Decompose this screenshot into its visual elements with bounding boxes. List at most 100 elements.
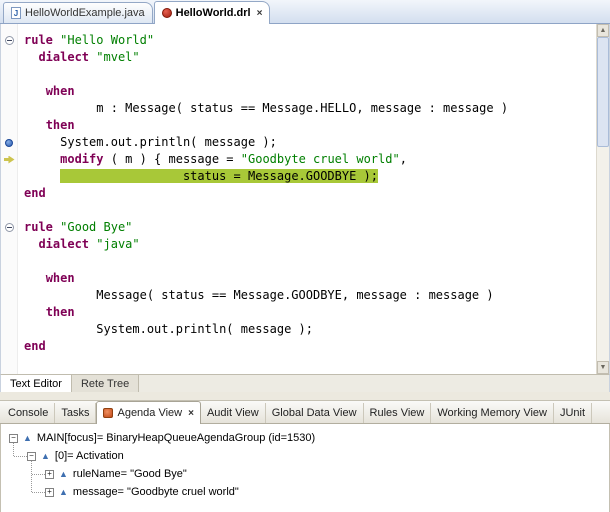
view-tab-junit[interactable]: JUnit xyxy=(554,403,592,423)
code-line: end xyxy=(24,338,596,355)
scrollbar-track[interactable] xyxy=(597,37,609,361)
scrollbar-thumb[interactable] xyxy=(597,37,609,147)
tree-expander-plus-icon[interactable]: + xyxy=(45,470,54,479)
drl-file-icon xyxy=(162,8,172,18)
tree-item-label: [0]= Activation xyxy=(55,450,124,462)
editor-mode-tab-bar: Text EditorRete Tree xyxy=(0,374,610,392)
code-line: Message( status == Message.GOODBYE, mess… xyxy=(24,287,596,304)
mode-tab-text-editor[interactable]: Text Editor xyxy=(1,375,72,392)
code-line: status = Message.GOODBYE ); xyxy=(24,168,596,185)
ide-window: J HelloWorldExample.java HelloWorld.drl × r… xyxy=(0,0,610,512)
editor-scrollbar[interactable]: ▲ ▼ xyxy=(596,24,609,374)
view-tab-label: Rules View xyxy=(370,407,425,419)
tree-connector-line xyxy=(32,492,45,493)
mode-tab-rete-tree[interactable]: Rete Tree xyxy=(72,375,139,392)
view-tab-label: Working Memory View xyxy=(437,407,547,419)
close-icon[interactable]: × xyxy=(188,408,194,419)
gutter-line xyxy=(1,287,17,304)
code-line: then xyxy=(24,304,596,321)
tree-item-label: ruleName= "Good Bye" xyxy=(73,468,187,480)
gutter-line xyxy=(1,219,17,236)
tree-expander-plus-icon[interactable]: + xyxy=(45,488,54,497)
code-line: when xyxy=(24,270,596,287)
tree-connector-line xyxy=(14,456,27,457)
tree-item[interactable]: −▲ MAIN[focus]= BinaryHeapQueueAgendaGrou… xyxy=(1,429,609,447)
tree-connector-line xyxy=(13,443,14,456)
editor-tab-bar: J HelloWorldExample.java HelloWorld.drl × xyxy=(0,0,610,24)
tree-item[interactable]: +▲message= "Goodbyte cruel world" xyxy=(1,483,609,501)
editor-gutter[interactable] xyxy=(1,24,18,374)
sash-divider[interactable] xyxy=(0,392,610,400)
view-tab-label: Console xyxy=(8,407,48,419)
gutter-line xyxy=(1,185,17,202)
gutter-line xyxy=(1,151,17,168)
view-tab-label: Global Data View xyxy=(272,407,357,419)
code-line: rule "Good Bye" xyxy=(24,219,596,236)
tree-expander-minus-icon[interactable]: − xyxy=(27,452,36,461)
editor-tab-helloworld-drl[interactable]: HelloWorld.drl × xyxy=(154,1,271,24)
code-line xyxy=(24,253,596,270)
fold-collapse-icon[interactable] xyxy=(5,223,14,232)
editor-tab-helloworldexample-java[interactable]: J HelloWorldExample.java xyxy=(3,2,153,23)
agenda-view-panel: −▲MAIN[focus]= BinaryHeapQueueAgendaGrou… xyxy=(0,424,610,512)
view-tab-label: Tasks xyxy=(61,407,89,419)
gutter-line xyxy=(1,32,17,49)
gutter-line xyxy=(1,338,17,355)
code-line: System.out.println( message ); xyxy=(24,134,596,151)
tree-item-label: MAIN[focus]= BinaryHeapQueueAgendaGroup … xyxy=(37,432,315,444)
agenda-view-icon xyxy=(103,408,113,418)
gutter-line xyxy=(1,168,17,185)
gutter-line xyxy=(1,117,17,134)
view-tab-agenda-view[interactable]: Agenda View × xyxy=(96,401,200,424)
view-tab-console[interactable]: Console xyxy=(2,403,55,423)
tree-connector-line xyxy=(31,461,32,492)
view-tab-tasks[interactable]: Tasks xyxy=(55,403,96,423)
tree-item[interactable]: + ▲ ruleName= "Good Bye" xyxy=(1,465,609,483)
code-line xyxy=(24,202,596,219)
debug-pointer-arrow-icon xyxy=(4,156,15,164)
delta-icon: ▲ xyxy=(23,434,32,443)
code-line: then xyxy=(24,117,596,134)
scroll-down-icon[interactable]: ▼ xyxy=(597,361,609,374)
tree-item[interactable]: −▲ [0]= Activation xyxy=(1,447,609,465)
breakpoint-dot-icon[interactable] xyxy=(5,139,13,147)
java-file-icon: J xyxy=(11,7,21,19)
code-line: end xyxy=(24,185,596,202)
panel-tab-bar: Console Tasks Agenda View × Audit View Global… xyxy=(0,400,610,424)
gutter-line xyxy=(1,270,17,287)
code-area[interactable]: rule "Hello World" dialect "mvel" when m… xyxy=(18,24,596,374)
gutter-line xyxy=(1,202,17,219)
tree-connector-line xyxy=(32,474,45,475)
view-tab-label: Audit View xyxy=(207,407,259,419)
agenda-tree: −▲MAIN[focus]= BinaryHeapQueueAgendaGrou… xyxy=(1,429,609,501)
delta-icon: ▲ xyxy=(41,452,50,461)
code-line: dialect "mvel" xyxy=(24,49,596,66)
code-line: modify ( m ) { message = "Goodbyte cruel… xyxy=(24,151,596,168)
gutter-line xyxy=(1,49,17,66)
close-icon[interactable]: × xyxy=(257,8,263,19)
gutter-line xyxy=(1,321,17,338)
code-line: m : Message( status == Message.HELLO, me… xyxy=(24,100,596,117)
view-tab-global-data-view[interactable]: Global Data View xyxy=(266,403,364,423)
editor-area: rule "Hello World" dialect "mvel" when m… xyxy=(0,24,610,374)
gutter-line xyxy=(1,304,17,321)
editor-tab-label: HelloWorldExample.java xyxy=(25,7,145,19)
view-tab-rules-view[interactable]: Rules View xyxy=(364,403,432,423)
gutter-line xyxy=(1,100,17,117)
gutter-line xyxy=(1,66,17,83)
editor-tab-label: HelloWorld.drl xyxy=(176,7,251,19)
scroll-up-icon[interactable]: ▲ xyxy=(597,24,609,37)
view-tab-working-memory-view[interactable]: Working Memory View xyxy=(431,403,554,423)
gutter-line xyxy=(1,236,17,253)
view-tab-label: JUnit xyxy=(560,407,585,419)
view-tab-audit-view[interactable]: Audit View xyxy=(201,403,266,423)
tree-expander-minus-icon[interactable]: − xyxy=(9,434,18,443)
view-tab-label: Agenda View xyxy=(117,407,182,419)
delta-icon: ▲ xyxy=(59,488,68,497)
code-line: System.out.println( message ); xyxy=(24,321,596,338)
delta-icon: ▲ xyxy=(59,470,68,479)
gutter-line xyxy=(1,134,17,151)
gutter-line xyxy=(1,83,17,100)
fold-collapse-icon[interactable] xyxy=(5,36,14,45)
code-line: rule "Hello World" xyxy=(24,32,596,49)
